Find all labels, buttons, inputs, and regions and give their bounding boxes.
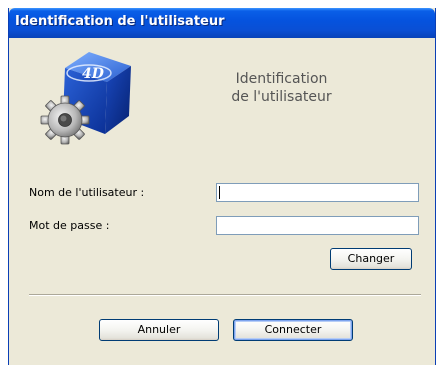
header-title: Identification de l'utilisateur xyxy=(204,70,359,106)
password-label: Mot de passe : xyxy=(29,219,110,232)
window-title: Identification de l'utilisateur xyxy=(15,14,225,29)
username-field[interactable] xyxy=(216,183,419,202)
login-dialog: Identification de l'utilisateur 4D Ident… xyxy=(8,8,436,365)
title-bar[interactable]: Identification de l'utilisateur xyxy=(9,8,435,38)
cancel-button[interactable]: Annuler xyxy=(99,319,219,341)
change-password-button[interactable]: Changer xyxy=(330,248,412,270)
header-title-line2: de l'utilisateur xyxy=(231,89,332,105)
separator xyxy=(29,294,421,296)
4d-cube-gear-icon: 4D xyxy=(40,52,131,145)
header-title-line1: Identification xyxy=(235,71,328,87)
text-caret xyxy=(219,186,220,199)
username-label: Nom de l'utilisateur : xyxy=(29,186,145,199)
connect-button[interactable]: Connecter xyxy=(233,319,353,341)
svg-text:4D: 4D xyxy=(82,66,105,82)
password-field[interactable] xyxy=(216,216,419,235)
